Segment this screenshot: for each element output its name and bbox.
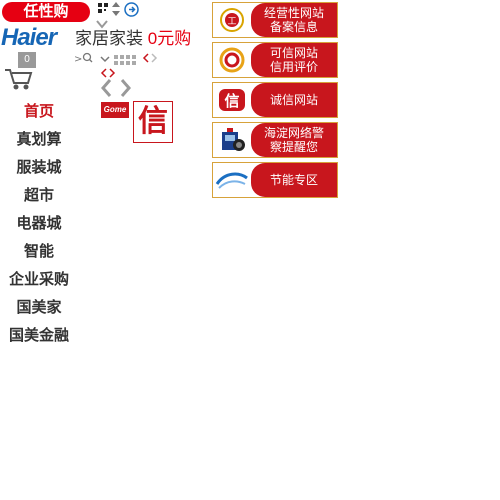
gome-logo[interactable]: Gome — [101, 102, 129, 118]
nav-item-smart[interactable]: 智能 — [0, 238, 78, 266]
nav-item-finance[interactable]: 国美金融 — [0, 322, 78, 350]
trust-badge-list: 工 经营性网站 备案信息 可信网站 信用评价 信 诚信网站 海淀网络警 察提醒您… — [212, 2, 338, 202]
nav-item-enterprise[interactable]: 企业采购 — [0, 266, 78, 294]
xin-seal-logo[interactable]: 信 — [133, 101, 173, 143]
nav-item-gome-home[interactable]: 国美家 — [0, 294, 78, 322]
badge-label: 经营性网站 备案信息 — [251, 3, 337, 37]
badge-record-info[interactable]: 工 经营性网站 备案信息 — [212, 2, 338, 38]
qr-icon — [98, 3, 108, 16]
badge-label: 诚信网站 — [251, 83, 337, 117]
svg-text:>: > — [74, 54, 82, 64]
energy-swoosh-icon — [213, 163, 251, 197]
badge-label: 海淀网络警 察提醒您 — [251, 123, 337, 157]
badge-energy-saving[interactable]: 节能专区 — [212, 162, 338, 198]
nav-item-clothing[interactable]: 服装城 — [0, 154, 78, 182]
grid-icon — [114, 52, 140, 70]
nav-item-supermarket[interactable]: 超市 — [0, 182, 78, 210]
sort-icon — [112, 2, 120, 19]
cart-count-badge: 0 — [18, 52, 36, 68]
haier-promo-tagline[interactable]: 家居家装 0元购 — [75, 28, 191, 50]
badge-label: 可信网站 信用评价 — [251, 43, 337, 77]
haier-logo[interactable]: Haier — [1, 24, 57, 52]
badge-label: 节能专区 — [251, 163, 337, 197]
svg-text:工: 工 — [227, 17, 236, 27]
search-icon[interactable]: > — [74, 51, 98, 69]
tagline-main: 家居家装 — [75, 29, 143, 48]
arrow-circle-icon[interactable] — [124, 2, 139, 22]
police-icon — [213, 123, 251, 157]
badge-integrity-site[interactable]: 信 诚信网站 — [212, 82, 338, 118]
carousel-arrows[interactable] — [100, 78, 132, 103]
tagline-accent: 0元购 — [147, 29, 192, 48]
nav-item-home[interactable]: 首页 — [0, 98, 78, 126]
prev-next-icon[interactable] — [142, 51, 158, 69]
trust-ring-icon — [213, 43, 251, 77]
xin-icon: 信 — [213, 83, 251, 117]
svg-text:信: 信 — [224, 92, 239, 110]
nav-item-appliances[interactable]: 电器城 — [0, 210, 78, 238]
badge-trusted-site[interactable]: 可信网站 信用评价 — [212, 42, 338, 78]
main-nav: 首页 真划算 服装城 超市 电器城 智能 企业采购 国美家 国美金融 — [0, 98, 78, 350]
record-seal-icon: 工 — [213, 3, 251, 37]
promo-button[interactable]: 任性购 — [2, 2, 90, 22]
nav-item-deals[interactable]: 真划算 — [0, 126, 78, 154]
badge-police-reminder[interactable]: 海淀网络警 察提醒您 — [212, 122, 338, 158]
